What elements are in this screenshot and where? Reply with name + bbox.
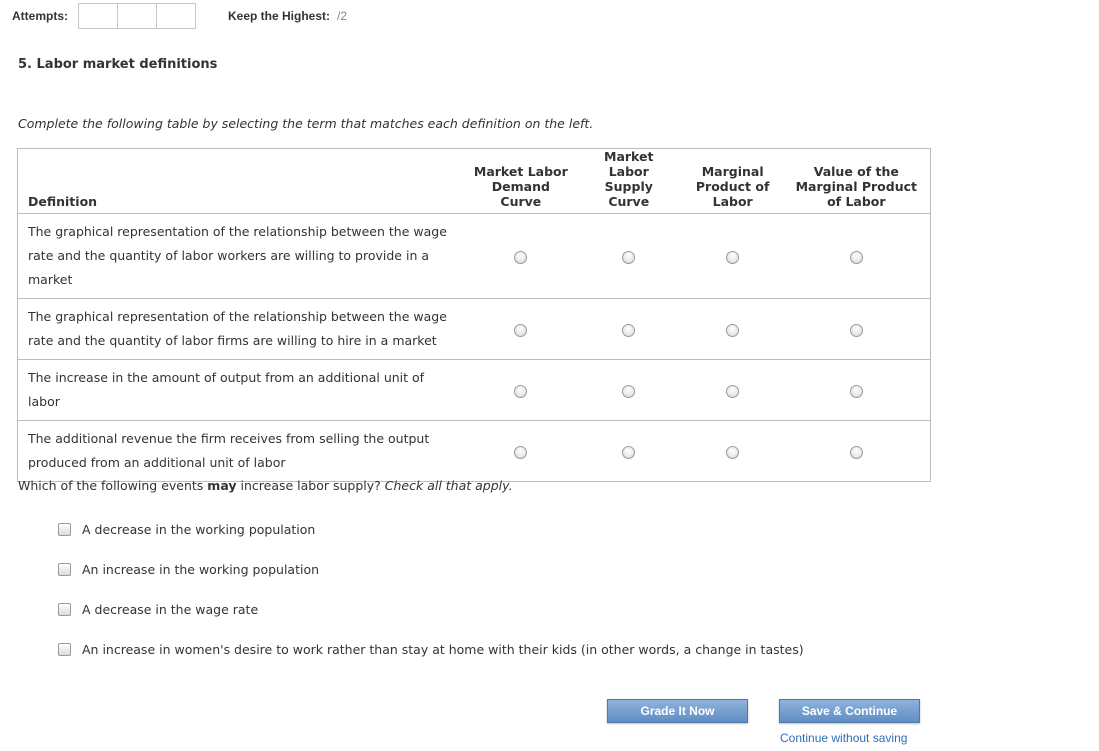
column-header-line: Labor <box>712 194 753 209</box>
radio-marginal-product[interactable] <box>726 384 740 398</box>
column-header-line: Value of the <box>813 164 899 179</box>
attempt-box <box>117 3 157 29</box>
radio-marginal-product[interactable] <box>726 250 740 264</box>
option-label[interactable]: A decrease in the working population <box>82 522 315 537</box>
column-header-line: Marginal <box>701 164 764 179</box>
column-header-market-labor-demand: Market Labor Demand Curve <box>466 148 575 214</box>
option-label[interactable]: An increase in women's desire to work ra… <box>82 642 804 657</box>
checkbox-options: A decrease in the working population An … <box>58 518 804 678</box>
question-middle: increase labor supply? <box>236 478 385 493</box>
keep-highest-value: /2 <box>337 9 348 23</box>
radio-value-marginal-product[interactable] <box>849 445 863 459</box>
radio-market-labor-demand[interactable] <box>514 384 528 398</box>
option-checkbox[interactable] <box>58 562 71 576</box>
radio-value-marginal-product[interactable] <box>849 323 863 337</box>
continue-without-saving-link[interactable]: Continue without saving <box>780 731 907 745</box>
option-item: An increase in the working population <box>58 558 804 580</box>
option-checkbox[interactable] <box>58 602 71 616</box>
column-header-line: Curve <box>500 194 542 209</box>
option-item: An increase in women's desire to work ra… <box>58 638 804 660</box>
column-header-marginal-product: Marginal Product of Labor <box>682 148 783 214</box>
option-checkbox[interactable] <box>58 522 71 536</box>
attempt-box <box>156 3 196 29</box>
column-header-line: Demand <box>491 179 550 194</box>
attempts-bar: Attempts: Keep the Highest: /2 <box>0 0 1099 32</box>
question-prefix: Which of the following events <box>18 478 208 493</box>
attempt-box <box>78 3 118 29</box>
table-row: The additional revenue the firm receives… <box>17 420 931 482</box>
option-item: A decrease in the working population <box>58 518 804 540</box>
option-item: A decrease in the wage rate <box>58 598 804 620</box>
question-title: 5. Labor market definitions <box>18 57 218 72</box>
column-header-line: Market Labor <box>473 164 568 179</box>
option-checkbox[interactable] <box>58 642 71 656</box>
radio-marginal-product[interactable] <box>726 445 740 459</box>
definitions-table: Definition Market Labor Demand Curve Mar… <box>17 148 931 482</box>
radio-market-labor-demand[interactable] <box>514 323 528 337</box>
column-header-line: of Labor <box>827 194 886 209</box>
column-header-line: Product of <box>695 179 770 194</box>
option-label[interactable]: A decrease in the wage rate <box>82 602 258 617</box>
column-header-line: Curve <box>608 194 650 209</box>
column-header-line: Marginal Product <box>795 179 917 194</box>
radio-value-marginal-product[interactable] <box>849 384 863 398</box>
radio-marginal-product[interactable] <box>726 323 740 337</box>
definition-text: The graphical representation of the rela… <box>17 213 467 299</box>
table-row: The increase in the amount of output fro… <box>17 359 931 421</box>
question-emphasis: may <box>207 478 237 493</box>
table-row: The graphical representation of the rela… <box>17 213 931 299</box>
radio-market-labor-supply[interactable] <box>622 384 636 398</box>
radio-market-labor-supply[interactable] <box>622 250 636 264</box>
radio-value-marginal-product[interactable] <box>849 250 863 264</box>
keep-highest-label: Keep the Highest: <box>228 9 331 23</box>
radio-market-labor-supply[interactable] <box>622 323 636 337</box>
definition-column-header: Definition <box>17 148 467 214</box>
attempts-label: Attempts: <box>12 9 68 23</box>
column-header-line: Labor <box>608 164 649 179</box>
attempt-boxes <box>78 3 196 29</box>
option-label[interactable]: An increase in the working population <box>82 562 319 577</box>
question-hint: Check all that apply. <box>384 478 513 493</box>
column-header-line: Supply <box>604 179 653 194</box>
radio-market-labor-demand[interactable] <box>514 445 528 459</box>
column-header-market-labor-supply: Market Labor Supply Curve <box>574 148 683 214</box>
column-header-line: Market <box>604 149 654 164</box>
definition-text: The additional revenue the firm receives… <box>17 420 467 482</box>
grade-it-now-button[interactable]: Grade It Now <box>607 699 748 723</box>
definition-text: The increase in the amount of output fro… <box>17 359 467 421</box>
radio-market-labor-supply[interactable] <box>622 445 636 459</box>
table-row: The graphical representation of the rela… <box>17 298 931 360</box>
question-instructions: Complete the following table by selectin… <box>18 116 594 131</box>
definition-text: The graphical representation of the rela… <box>17 298 467 360</box>
column-header-value-marginal-product: Value of the Marginal Product of Labor <box>782 148 931 214</box>
table-header-row: Definition Market Labor Demand Curve Mar… <box>17 148 931 214</box>
save-and-continue-button[interactable]: Save & Continue <box>779 699 920 723</box>
radio-market-labor-demand[interactable] <box>514 250 528 264</box>
labor-supply-question: Which of the following events may increa… <box>18 478 513 493</box>
